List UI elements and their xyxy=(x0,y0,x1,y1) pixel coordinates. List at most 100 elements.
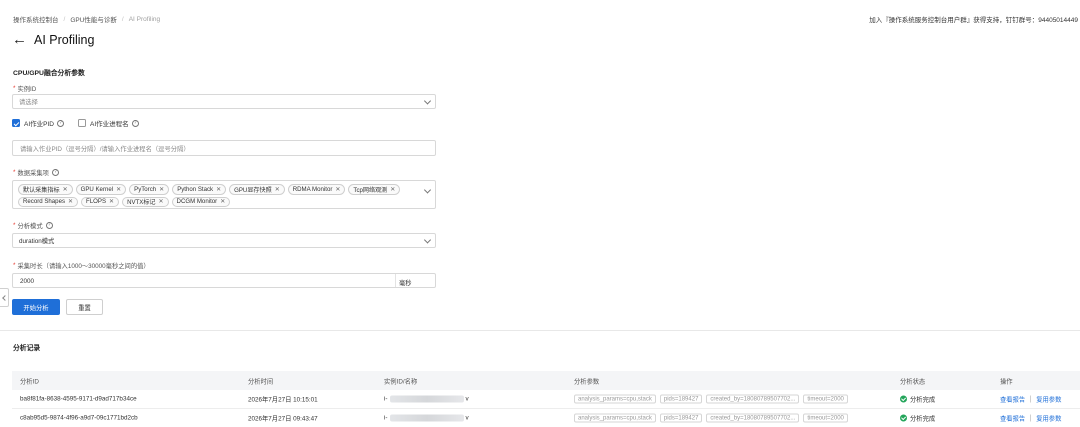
checkbox-unchecked-icon xyxy=(77,119,86,127)
tag-rdma-monitor: RDMA Monitor ✕ xyxy=(287,184,346,195)
param-chip: timeout=2000 xyxy=(803,413,848,423)
duration-label: * 采集时长（请输入1000～30000毫秒之间的值） xyxy=(13,261,150,270)
tag-pytorch: PyTorch ✕ xyxy=(129,184,170,195)
pid-mode-group: AI作业PID ? AI作业进程名 ? xyxy=(12,118,153,128)
breadcrumb-separator: / xyxy=(121,15,124,23)
tag-default-metrics: 默认采集指标 ✕ xyxy=(18,184,73,195)
analysis-time: 2026年7月27日 10:15:01 xyxy=(248,396,318,404)
close-icon[interactable]: ✕ xyxy=(390,186,395,193)
checkbox-ai-pid-label: AI作业PID xyxy=(24,121,54,128)
view-report-link[interactable]: 查看报告 xyxy=(1000,395,1025,404)
row-actions: 查看报告 复用参数 xyxy=(1000,414,1061,423)
instance-select[interactable]: 请选择 xyxy=(12,94,436,109)
instance-id: i- v xyxy=(384,414,469,422)
close-icon[interactable]: ✕ xyxy=(109,198,114,205)
records-title: 分析记录 xyxy=(13,345,41,352)
reuse-params-link[interactable]: 复用参数 xyxy=(1036,414,1061,423)
column-header: 操作 xyxy=(1000,378,1013,385)
table-row: ba8f81fa-8638-4595-9171-d9ad717b34ce 202… xyxy=(12,390,1080,409)
view-report-link[interactable]: 查看报告 xyxy=(1000,414,1025,423)
analysis-id: ba8f81fa-8638-4595-9171-d9ad717b34ce xyxy=(20,395,137,403)
close-icon[interactable]: ✕ xyxy=(335,186,340,193)
page-header: ← AI Profiling xyxy=(12,32,94,48)
analysis-time: 2026年7月27日 09:43:47 xyxy=(248,415,318,423)
param-chip: pids=189427 xyxy=(659,394,703,404)
divider xyxy=(0,330,1080,331)
chevron-left-icon[interactable] xyxy=(0,288,9,307)
close-icon[interactable]: ✕ xyxy=(116,186,121,193)
help-icon[interactable]: ? xyxy=(45,222,53,229)
close-icon[interactable]: ✕ xyxy=(216,186,221,193)
param-chip: analysis_params=cpu,stack xyxy=(574,413,656,423)
data-collect-label-text: 数据采集项 xyxy=(17,170,49,177)
param-chip: pids=189427 xyxy=(659,413,703,423)
column-header: 分析ID xyxy=(20,378,39,385)
status-badge: 分析完成 xyxy=(900,414,935,423)
status-badge: 分析完成 xyxy=(900,395,935,404)
reuse-params-link[interactable]: 复用参数 xyxy=(1036,395,1061,404)
help-icon[interactable]: ? xyxy=(56,119,64,127)
chevron-down-icon xyxy=(423,235,432,244)
required-mark: * xyxy=(13,222,16,229)
breadcrumb-current: AI Profiling xyxy=(128,15,161,23)
support-info: 加入『操作系统服务控制台用户群』获得支持，钉钉群号：94405014449 xyxy=(869,17,1078,24)
analysis-params: analysis_params=cpu,stack pids=189427 cr… xyxy=(574,394,852,404)
tag-flops: FLOPS ✕ xyxy=(81,196,120,207)
redacted-block xyxy=(389,395,464,403)
instance-select-placeholder: 请选择 xyxy=(19,99,38,106)
required-mark: * xyxy=(13,262,16,269)
param-chip: analysis_params=cpu,stack xyxy=(574,394,656,404)
divider xyxy=(1030,395,1032,403)
data-collect-multiselect[interactable]: 默认采集指标 ✕ GPU Kernel ✕ PyTorch ✕ Python Stac… xyxy=(12,180,436,209)
tag-gpu-memory-snapshot: GPU显存快照 ✕ xyxy=(229,184,285,195)
page-title: AI Profiling xyxy=(34,33,95,47)
analysis-mode-label: * 分析模式 ? xyxy=(13,221,53,230)
checkbox-ai-pid[interactable]: AI作业PID ? xyxy=(12,118,64,128)
param-chip: timeout=2000 xyxy=(803,394,848,404)
analysis-mode-label-text: 分析模式 xyxy=(17,223,43,230)
section-title-params: CPU/GPU融合分析参数 xyxy=(13,70,85,77)
tag-dcgm-monitor: DCGM Monitor ✕ xyxy=(171,196,231,207)
divider xyxy=(1030,414,1032,422)
breadcrumb: 操作系统控制台 / GPU性能与诊断 / AI Profiling xyxy=(13,14,161,25)
close-icon[interactable]: ✕ xyxy=(68,198,73,205)
reset-button[interactable]: 重置 xyxy=(66,299,103,315)
tag-tcp-network: Tcp网络观测 ✕ xyxy=(348,184,401,195)
column-header: 实例ID/名称 xyxy=(384,378,418,385)
param-chip: created_by=180807895077​02... xyxy=(706,413,800,423)
start-analysis-button[interactable]: 开始分析 xyxy=(12,299,60,315)
tag-gpu-kernel: GPU Kernel ✕ xyxy=(75,184,127,195)
chevron-down-icon xyxy=(423,186,432,194)
chevron-down-icon xyxy=(423,96,432,105)
row-actions: 查看报告 复用参数 xyxy=(1000,395,1061,404)
column-header: 分析参数 xyxy=(574,378,600,385)
param-chip: created_by=180807895077​02... xyxy=(706,394,800,404)
close-icon[interactable]: ✕ xyxy=(159,198,164,205)
help-icon[interactable]: ? xyxy=(51,169,59,176)
arrow-left-icon[interactable]: ← xyxy=(12,32,27,48)
checkbox-ai-process-name-label: AI作业进程名 xyxy=(89,121,129,128)
records-table: 分析ID 分析时间 实例ID/名称 分析参数 分析状态 操作 ba8f81fa-… xyxy=(12,371,1080,427)
instance-label: * 实例ID xyxy=(13,84,36,93)
close-icon[interactable]: ✕ xyxy=(275,186,280,193)
duration-input[interactable]: 2000 毫秒 xyxy=(12,273,436,288)
tag-python-stack: Python Stack ✕ xyxy=(172,184,227,195)
close-icon[interactable]: ✕ xyxy=(220,198,225,205)
analysis-mode-select[interactable]: duration模式 xyxy=(12,233,436,248)
checkbox-ai-process-name[interactable]: AI作业进程名 ? xyxy=(77,118,139,128)
close-icon[interactable]: ✕ xyxy=(63,186,68,193)
duration-unit: 毫秒 xyxy=(399,279,412,287)
table-header: 分析ID 分析时间 实例ID/名称 分析参数 分析状态 操作 xyxy=(12,371,1080,390)
close-icon[interactable]: ✕ xyxy=(159,186,164,193)
analysis-params: analysis_params=cpu,stack pids=189427 cr… xyxy=(574,413,852,423)
duration-label-text: 采集时长（请输入1000～30000毫秒之间的值） xyxy=(17,263,150,270)
redacted-block xyxy=(389,414,464,422)
breadcrumb-item-console[interactable]: 操作系统控制台 xyxy=(13,14,59,24)
instance-id: i- v xyxy=(384,395,469,403)
breadcrumb-item-gpu-diagnosis[interactable]: GPU性能与诊断 xyxy=(70,14,117,24)
tag-nvtx: NVTX标记 ✕ xyxy=(122,196,169,207)
help-icon[interactable]: ? xyxy=(131,119,139,127)
required-mark: * xyxy=(13,85,16,92)
pid-input[interactable]: 请输入作业PID（逗号分隔）/请输入作业进程名（逗号分隔） xyxy=(12,140,436,156)
required-mark: * xyxy=(13,169,16,176)
